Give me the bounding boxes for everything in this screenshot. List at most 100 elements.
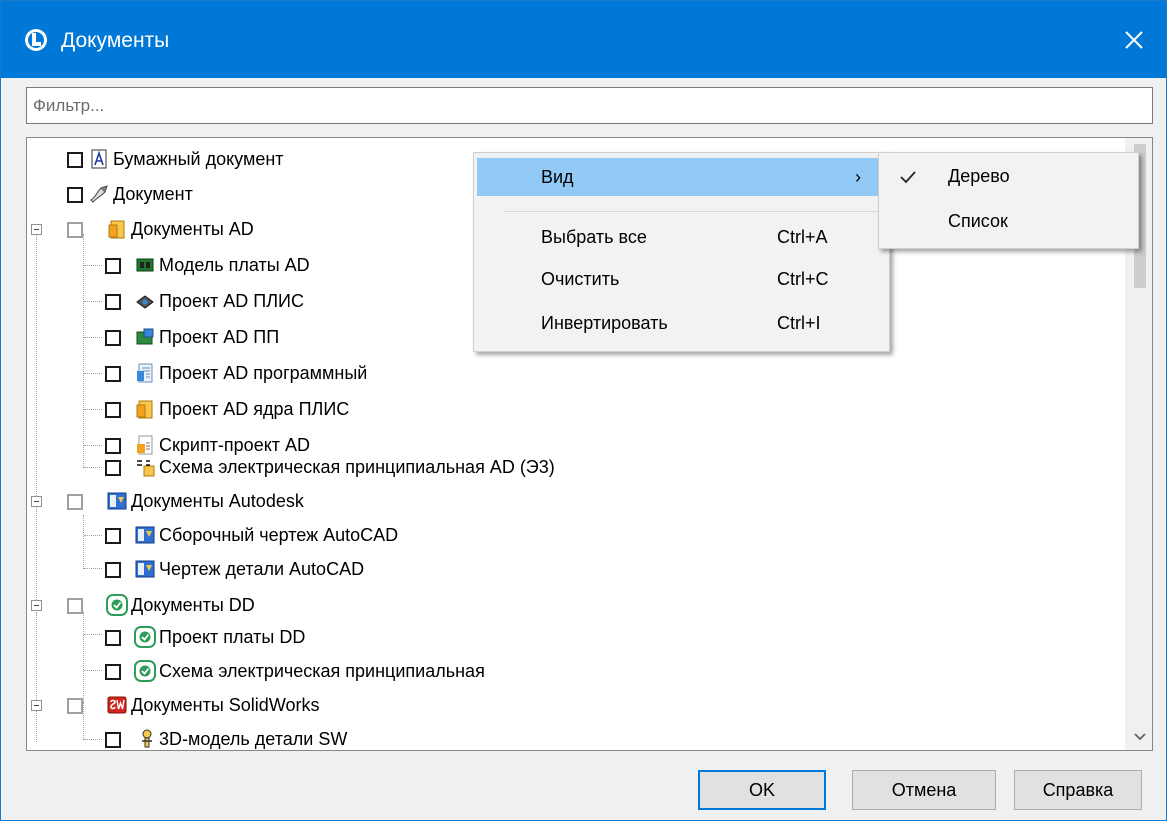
item-label: Документы SolidWorks [131,695,320,715]
item-label: Документы AD [131,219,254,239]
item-checkbox[interactable] [105,294,121,310]
item-checkbox[interactable] [105,562,121,578]
help-button[interactable]: Справка [1014,770,1142,810]
item-checkbox[interactable] [67,222,83,238]
submenu-item-label: Дерево [948,166,1010,186]
context-menu: Вид › Выбрать все Ctrl+A Очистить Ctrl+C… [473,152,890,352]
dd-icon [106,594,128,616]
item-checkbox[interactable] [67,598,83,614]
tree-item[interactable]: Сборочный чертеж AutoCAD [27,520,547,550]
collapse-toggle[interactable] [31,700,42,711]
dd-board-icon [134,626,156,648]
submenu-item-label: Список [948,211,1008,231]
autocad-part-icon [135,560,155,578]
collapse-toggle[interactable] [31,600,42,611]
fpga-core-project-icon [136,400,153,419]
software-project-icon [137,363,153,383]
checkmark-icon [900,171,916,184]
item-label: Документы Autodesk [131,491,304,511]
tree-item[interactable]: Проект AD программный [27,358,487,388]
sw-part-icon [142,729,152,748]
menu-separator [504,211,885,212]
paper-document-icon [91,149,107,169]
tree-item[interactable]: Бумажный документ [27,144,467,174]
pcb-project-icon [136,328,154,345]
schematic-e3-icon [137,460,155,477]
collapse-toggle[interactable] [31,224,42,235]
tree-group[interactable]: Документы AD [27,214,467,244]
tree-item[interactable]: Проект AD ПЛИС [27,286,487,316]
tree-group[interactable]: Документы SolidWorks [27,690,487,720]
menu-item-select-all[interactable]: Выбрать все Ctrl+A [477,218,886,256]
window-title: Документы [61,29,170,52]
documents-dialog: Документы Фильтр... Бумажный документ До… [0,0,1167,821]
ad-documents-icon [108,220,125,239]
tree-item[interactable]: Проект платы DD [27,622,507,652]
menu-item-clear[interactable]: Очистить Ctrl+C [477,260,886,298]
item-checkbox[interactable] [67,494,83,510]
item-label: Проект AD ядра ПЛИС [159,399,350,419]
item-checkbox[interactable] [105,366,121,382]
submenu-item-list[interactable]: Список [882,203,1135,241]
menu-item-shortcut: Ctrl+C [777,269,829,289]
solidworks-icon [107,696,127,714]
item-label: Проект AD ПЛИС [159,291,304,311]
close-button[interactable] [1102,1,1166,78]
filter-input[interactable] [27,88,1152,123]
item-checkbox[interactable] [105,258,121,274]
item-label: Схема электрическая принципиальная [159,661,485,681]
item-label: Сборочный чертеж AutoCAD [159,525,399,545]
app-logo-icon [25,29,47,51]
tree-item[interactable]: Чертеж детали AutoCAD [27,554,547,584]
cancel-button[interactable]: Отмена [852,770,996,810]
filter-field[interactable] [26,87,1153,124]
item-checkbox[interactable] [105,330,121,346]
item-label: Проект платы DD [159,627,306,647]
item-checkbox[interactable] [67,152,83,168]
item-checkbox[interactable] [67,187,83,203]
item-checkbox[interactable] [105,664,121,680]
item-checkbox[interactable] [105,528,121,544]
item-label: Проект AD ПП [159,327,280,347]
menu-item-shortcut: Ctrl+A [777,227,828,247]
menu-item-label: Выбрать все [541,227,647,247]
menu-item-label: Очистить [541,269,620,289]
item-label: Документы DD [131,595,255,615]
tree-item[interactable]: Проект AD ПП [27,322,487,352]
tree-item[interactable]: Схема электрическая принципиальная AD (Э… [27,452,787,482]
item-checkbox[interactable] [105,402,121,418]
ok-button[interactable]: OK [698,770,826,810]
item-label: 3D-модель детали SW [159,729,348,749]
chevron-right-icon: › [855,167,861,187]
item-checkbox[interactable] [67,698,83,714]
dd-schematic-icon [134,660,156,682]
autocad-assembly-icon [135,526,155,544]
item-label: Проект AD программный [159,363,368,383]
tree-item[interactable]: Модель платы AD [27,250,487,280]
item-label: Бумажный документ [113,149,284,169]
chevron-down-icon[interactable] [1133,732,1147,742]
tree-group[interactable]: Документы Autodesk [27,486,487,516]
close-icon [1125,30,1143,49]
tree-item[interactable]: Документ [27,179,467,209]
item-label: Чертеж детали AutoCAD [159,559,365,579]
collapse-toggle[interactable] [31,496,42,507]
tree-item[interactable]: 3D-модель детали SW [27,724,487,750]
menu-item-label: Инвертировать [541,313,668,333]
tree-item[interactable]: Проект AD ядра ПЛИС [27,394,487,424]
item-checkbox[interactable] [105,732,121,748]
document-icon [90,185,108,203]
submenu-item-tree[interactable]: Дерево [882,158,1135,196]
board-model-icon [136,258,154,272]
title-bar: Документы [1,1,1166,78]
tree-group[interactable]: Документы DD [27,590,487,620]
item-label: Схема электрическая принципиальная AD (Э… [159,457,555,477]
item-checkbox[interactable] [105,630,121,646]
item-checkbox[interactable] [105,460,121,476]
menu-item-view[interactable]: Вид › [477,158,886,196]
tree-item[interactable]: Схема электрическая принципиальная [27,656,667,686]
fpga-project-icon [136,295,154,309]
item-label: Модель платы AD [159,255,310,275]
menu-item-invert[interactable]: Инвертировать Ctrl+I [477,304,886,342]
menu-item-label: Вид [541,167,574,187]
